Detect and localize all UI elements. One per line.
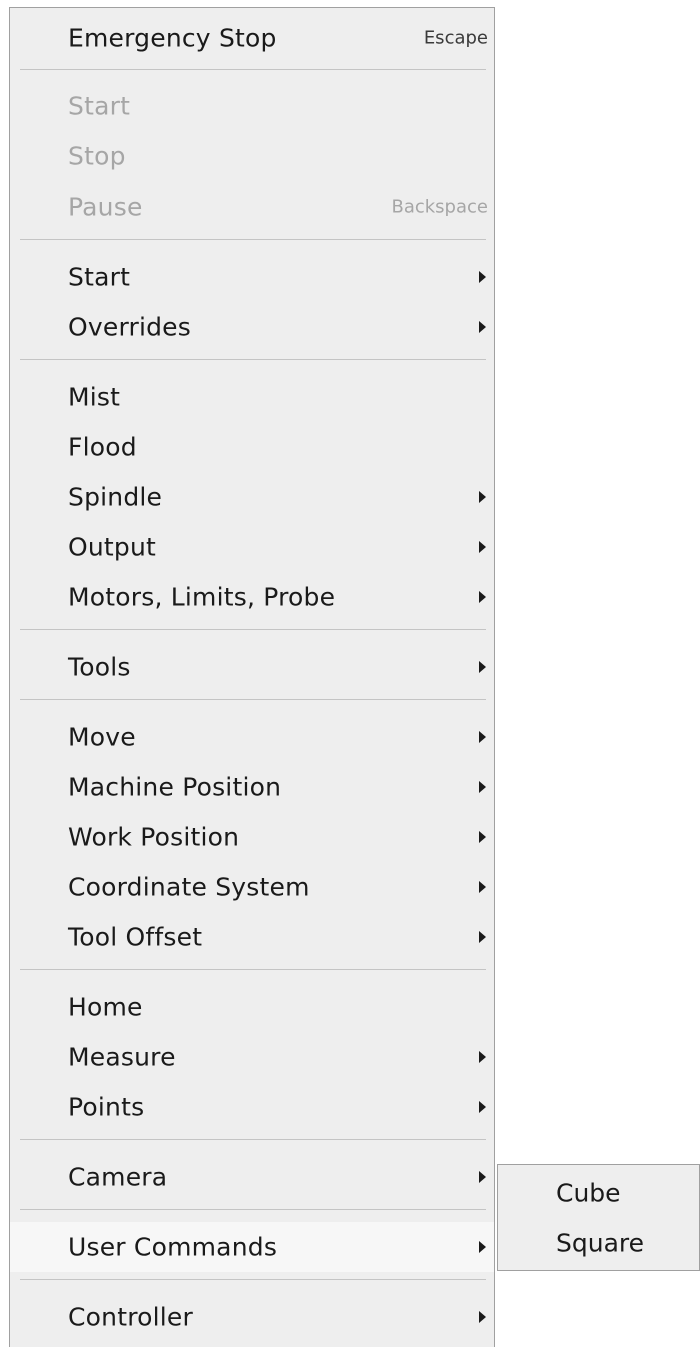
menu-item-home[interactable]: Home <box>10 982 494 1032</box>
menu-item-label: Home <box>68 992 143 1022</box>
submenu-item-label: Cube <box>556 1178 621 1208</box>
submenu-arrow-icon <box>479 781 486 793</box>
menu-item-camera[interactable]: Camera <box>10 1152 494 1202</box>
menu-item-work-position[interactable]: Work Position <box>10 812 494 862</box>
menu-item-label: Emergency Stop <box>68 23 277 53</box>
menu-item-label: Overrides <box>68 312 191 342</box>
submenu-item-cube[interactable]: Cube <box>498 1168 699 1218</box>
context-menu: Emergency Stop Escape Start Stop Pause B… <box>9 7 495 1347</box>
menu-item-label: Tool Offset <box>68 922 203 952</box>
submenu-arrow-icon <box>479 321 486 333</box>
menu-item-label: Controller <box>68 1302 193 1332</box>
menu-item-label: Move <box>68 722 136 752</box>
submenu-arrow-icon <box>479 491 486 503</box>
menu-separator <box>20 1279 486 1280</box>
menu-item-stop-disabled: Stop <box>10 131 494 181</box>
menu-item-label: Mist <box>68 382 121 412</box>
menu-separator <box>20 359 486 360</box>
submenu-arrow-icon <box>479 661 486 673</box>
menu-item-label: Spindle <box>68 482 163 512</box>
menu-item-controller[interactable]: Controller <box>10 1292 494 1342</box>
submenu-arrow-icon <box>479 591 486 603</box>
menu-item-user-commands[interactable]: User Commands <box>10 1222 494 1272</box>
menu-separator <box>20 239 486 240</box>
menu-item-label: Pause <box>68 192 143 222</box>
submenu-arrow-icon <box>479 881 486 893</box>
menu-item-label: Camera <box>68 1162 168 1192</box>
menu-item-label: Points <box>68 1092 145 1122</box>
menu-item-label: Work Position <box>68 822 240 852</box>
menu-item-spindle[interactable]: Spindle <box>10 472 494 522</box>
menu-separator <box>20 969 486 970</box>
menu-item-label: User Commands <box>68 1232 278 1262</box>
menu-item-label: Start <box>68 262 131 292</box>
menu-separator <box>20 699 486 700</box>
submenu-arrow-icon <box>479 541 486 553</box>
menu-item-label: Motors, Limits, Probe <box>68 582 336 612</box>
menu-item-label: Measure <box>68 1042 176 1072</box>
menu-separator <box>20 629 486 630</box>
menu-separator <box>20 1209 486 1210</box>
submenu-item-square[interactable]: Square <box>498 1218 699 1268</box>
menu-item-overrides[interactable]: Overrides <box>10 302 494 352</box>
menu-item-label: Machine Position <box>68 772 282 802</box>
submenu-arrow-icon <box>479 1101 486 1113</box>
submenu-arrow-icon <box>479 731 486 743</box>
menu-item-flood[interactable]: Flood <box>10 422 494 472</box>
submenu-item-label: Square <box>556 1228 645 1258</box>
menu-separator <box>20 1139 486 1140</box>
menu-item-motors-limits-probe[interactable]: Motors, Limits, Probe <box>10 572 494 622</box>
submenu-arrow-icon <box>479 1051 486 1063</box>
menu-item-points[interactable]: Points <box>10 1082 494 1132</box>
submenu-arrow-icon <box>479 1311 486 1323</box>
submenu-arrow-icon <box>479 831 486 843</box>
menu-item-move[interactable]: Move <box>10 712 494 762</box>
menu-item-label: Coordinate System <box>68 872 310 902</box>
menu-item-output[interactable]: Output <box>10 522 494 572</box>
menu-item-measure[interactable]: Measure <box>10 1032 494 1082</box>
menu-item-label: Stop <box>68 141 126 171</box>
submenu-arrow-icon <box>479 271 486 283</box>
menu-item-label: Flood <box>68 432 137 462</box>
submenu-arrow-icon <box>479 931 486 943</box>
user-commands-submenu: Cube Square <box>497 1164 700 1271</box>
menu-item-start-submenu[interactable]: Start <box>10 252 494 302</box>
menu-item-emergency-stop[interactable]: Emergency Stop Escape <box>10 13 494 63</box>
menu-item-mist[interactable]: Mist <box>10 372 494 422</box>
menu-item-tool-offset[interactable]: Tool Offset <box>10 912 494 962</box>
menu-item-coordinate-system[interactable]: Coordinate System <box>10 862 494 912</box>
menu-item-start-disabled: Start <box>10 81 494 131</box>
shortcut-hint: Backspace <box>391 196 488 218</box>
menu-item-label: Output <box>68 532 157 562</box>
menu-item-machine-position[interactable]: Machine Position <box>10 762 494 812</box>
menu-item-label: Start <box>68 91 131 121</box>
menu-item-pause-disabled: Pause Backspace <box>10 182 494 232</box>
menu-item-label: Tools <box>68 652 131 682</box>
menu-separator <box>20 69 486 70</box>
submenu-arrow-icon <box>479 1241 486 1253</box>
submenu-arrow-icon <box>479 1171 486 1183</box>
menu-item-tools[interactable]: Tools <box>10 642 494 692</box>
shortcut-hint: Escape <box>423 27 488 49</box>
